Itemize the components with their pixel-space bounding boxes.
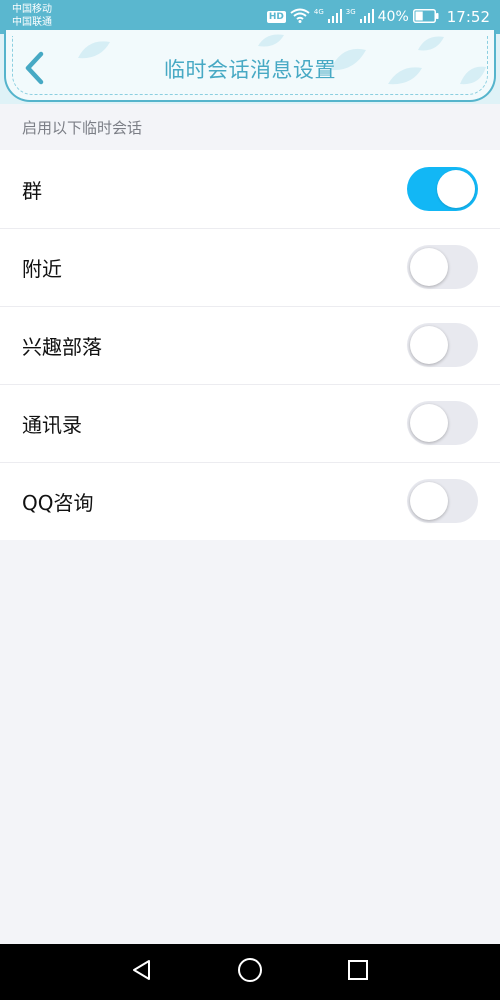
setting-row-nearby: 附近 xyxy=(0,228,500,306)
wifi-icon xyxy=(290,8,310,27)
setting-label: 通讯录 xyxy=(22,412,82,437)
setting-label: 附近 xyxy=(22,256,62,281)
navigation-bar xyxy=(0,944,500,1000)
square-recents-icon xyxy=(346,958,370,986)
circle-home-icon xyxy=(237,957,263,987)
section-label: 启用以下临时会话 xyxy=(22,119,143,137)
toggle-knob xyxy=(410,482,448,520)
nav-back-button[interactable] xyxy=(122,952,162,992)
settings-list: 群 附近 兴趣部落 通讯录 QQ咨询 xyxy=(0,150,500,540)
network-type-2: 3G xyxy=(345,8,356,16)
leaf-decoration-icon xyxy=(258,34,284,47)
carrier-2: 中国联通 xyxy=(12,17,52,28)
page-title: 临时会话消息设置 xyxy=(164,58,336,82)
setting-row-qq-consult: QQ咨询 xyxy=(0,462,500,540)
toggle-knob xyxy=(410,404,448,442)
battery-icon xyxy=(412,8,439,27)
signal-icon xyxy=(327,8,342,27)
header: 临时会话消息设置 xyxy=(0,30,500,104)
toggle-switch-qq-consult[interactable] xyxy=(407,479,478,523)
network-type-1: 4G xyxy=(313,8,324,16)
signal-icon xyxy=(359,8,374,27)
setting-row-group: 群 xyxy=(0,150,500,228)
carrier-info: 中国移动 中国联通 xyxy=(12,3,52,29)
setting-row-interest-tribe: 兴趣部落 xyxy=(0,306,500,384)
setting-row-contacts: 通讯录 xyxy=(0,384,500,462)
toggle-switch-contacts[interactable] xyxy=(407,401,478,445)
status-bar: 中国移动 中国联通 HD 4G 3G 40% 17:52 xyxy=(0,0,500,34)
toggle-knob xyxy=(437,170,475,208)
triangle-back-icon xyxy=(130,958,154,986)
setting-label: 群 xyxy=(22,178,42,203)
leaf-decoration-icon xyxy=(418,36,444,51)
toggle-knob xyxy=(410,326,448,364)
setting-label: 兴趣部落 xyxy=(22,334,102,359)
nav-recents-button[interactable] xyxy=(338,952,378,992)
status-icons: HD 4G 3G 40% 17:52 xyxy=(266,6,490,28)
hd-badge: HD xyxy=(266,11,286,23)
battery-percent: 40% xyxy=(377,9,409,25)
screen: 中国移动 中国联通 HD 4G 3G 40% 17:52 临时会话消息设置 启用… xyxy=(0,0,500,1000)
clock: 17:52 xyxy=(446,8,490,26)
setting-label: QQ咨询 xyxy=(22,490,94,515)
toggle-switch-nearby[interactable] xyxy=(407,245,478,289)
toggle-knob xyxy=(410,248,448,286)
toggle-switch-interest-tribe[interactable] xyxy=(407,323,478,367)
toggle-switch-group[interactable] xyxy=(407,167,478,211)
carrier-1: 中国移动 xyxy=(12,4,52,15)
nav-home-button[interactable] xyxy=(230,952,270,992)
